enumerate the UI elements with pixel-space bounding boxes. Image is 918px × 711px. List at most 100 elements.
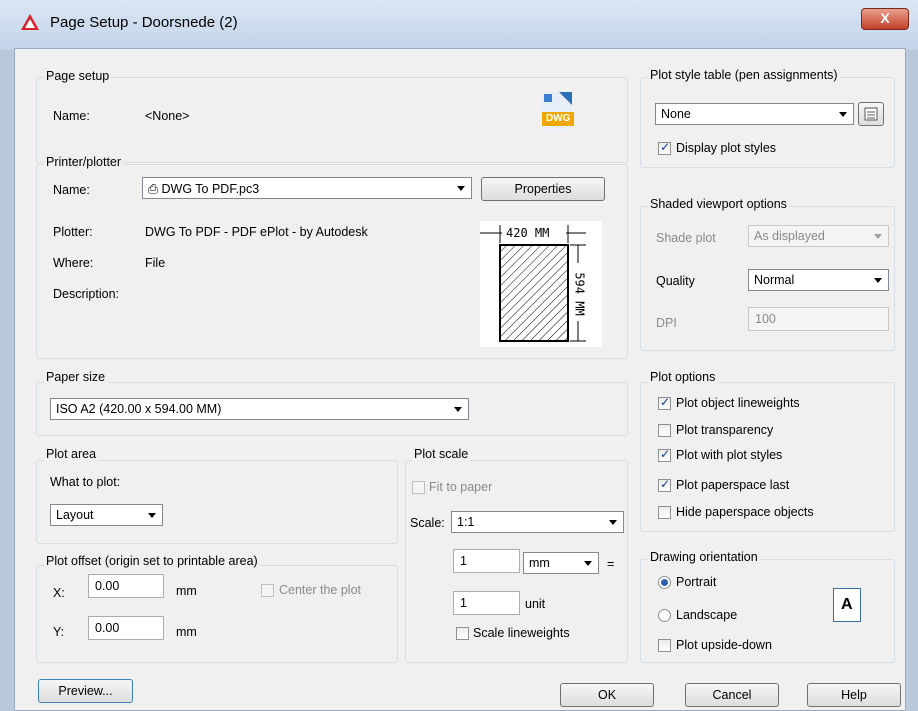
- chevron-down-icon: [874, 234, 882, 239]
- dpi-label: DPI: [656, 316, 677, 330]
- shaded-viewport-title: Shaded viewport options: [648, 197, 789, 211]
- offset-x-input[interactable]: 0.00: [88, 574, 164, 598]
- plot-paperspace-last-label: Plot paperspace last: [676, 478, 790, 492]
- center-plot-checkbox[interactable]: [261, 584, 274, 597]
- hide-paperspace-objects-checkbox[interactable]: [658, 506, 671, 519]
- printer-name-select-content: ⎙ DWG To PDF.pc3: [148, 181, 259, 197]
- dpi-value: 100: [755, 312, 776, 326]
- what-to-plot-select[interactable]: Layout: [50, 504, 163, 526]
- printer-icon: ⎙: [148, 181, 159, 196]
- quality-label: Quality: [656, 274, 695, 288]
- dpi-input[interactable]: 100: [748, 307, 889, 331]
- properties-button[interactable]: Properties: [481, 177, 605, 201]
- plot-area-title: Plot area: [44, 447, 99, 461]
- scale-unit-select[interactable]: mm: [523, 552, 599, 574]
- fit-to-paper-checkbox[interactable]: [412, 481, 425, 494]
- ok-button[interactable]: OK: [560, 683, 654, 707]
- what-to-plot-value: Layout: [56, 508, 94, 522]
- portrait-label: Portrait: [676, 575, 717, 589]
- offset-y-input[interactable]: 0.00: [88, 616, 164, 640]
- help-button[interactable]: Help: [807, 683, 901, 707]
- shade-plot-label: Shade plot: [656, 231, 716, 245]
- scale-value: 1:1: [457, 515, 475, 529]
- plot-style-edit-button[interactable]: [858, 102, 884, 126]
- center-plot-label: Center the plot: [279, 583, 361, 597]
- plot-options-title: Plot options: [648, 370, 718, 384]
- plot-transparency-checkbox[interactable]: [658, 424, 671, 437]
- autocad-app-icon: [21, 14, 39, 30]
- plot-with-plot-styles-checkbox[interactable]: [658, 447, 671, 462]
- scale-lineweights-checkbox[interactable]: [456, 627, 469, 640]
- chevron-down-icon: [609, 520, 617, 525]
- offset-x-label: X:: [53, 586, 65, 600]
- title-bar[interactable]: Page Setup - Doorsnede (2) X: [0, 0, 918, 50]
- page-setup-name-value: <None>: [145, 109, 190, 123]
- printer-plotter-title: Printer/plotter: [44, 155, 124, 169]
- scale-value1: 1: [460, 554, 467, 568]
- landscape-radio[interactable]: [658, 609, 671, 622]
- plot-with-plot-styles-label: Plot with plot styles: [676, 448, 783, 462]
- offset-x-value: 0.00: [95, 579, 120, 593]
- plot-paperspace-last-checkbox[interactable]: [658, 477, 671, 492]
- quality-select[interactable]: Normal: [748, 269, 889, 291]
- chevron-down-icon: [874, 278, 882, 283]
- display-plot-styles-checkbox[interactable]: [658, 140, 671, 155]
- what-to-plot-label: What to plot:: [50, 475, 121, 489]
- preview-height-label: 594 MM: [572, 272, 587, 316]
- drawing-orientation-title: Drawing orientation: [648, 550, 760, 564]
- chevron-down-icon: [148, 513, 156, 518]
- equals-sign: =: [607, 557, 615, 571]
- fit-to-paper-label: Fit to paper: [429, 480, 493, 494]
- shade-plot-select[interactable]: As displayed: [748, 225, 889, 247]
- printer-name-select[interactable]: ⎙ DWG To PDF.pc3: [142, 177, 472, 199]
- plot-style-table-value: None: [661, 107, 691, 121]
- paper-size-select[interactable]: ISO A2 (420.00 x 594.00 MM): [50, 398, 469, 420]
- display-plot-styles-label: Display plot styles: [676, 141, 777, 155]
- orientation-preview-letter: A: [841, 596, 853, 613]
- plotter-label: Plotter:: [53, 225, 93, 239]
- orientation-preview-icon: A: [833, 588, 861, 622]
- chevron-down-icon: [584, 561, 592, 566]
- dwg-file-icon: DWG: [537, 90, 577, 131]
- plot-object-lineweights-checkbox[interactable]: [658, 395, 671, 410]
- scale-lineweights-label: Scale lineweights: [473, 626, 570, 640]
- page-setup-name-label: Name:: [53, 109, 90, 123]
- paper-size-value: ISO A2 (420.00 x 594.00 MM): [56, 402, 222, 416]
- chevron-down-icon: [454, 407, 462, 412]
- close-button[interactable]: X: [861, 8, 909, 30]
- portrait-radio[interactable]: [658, 576, 671, 589]
- dwg-icon-label: DWG: [546, 113, 571, 124]
- plot-upside-down-label: Plot upside-down: [676, 638, 772, 652]
- dwg-icon-shape: [542, 92, 574, 130]
- offset-x-unit: mm: [176, 584, 197, 598]
- edit-table-icon: [864, 107, 878, 121]
- preview-button[interactable]: Preview...: [38, 679, 133, 703]
- scale-value2-input[interactable]: 1: [453, 591, 520, 615]
- plot-area-group: [36, 460, 398, 544]
- plot-upside-down-checkbox[interactable]: [658, 639, 671, 652]
- plot-object-lineweights-label: Plot object lineweights: [676, 396, 800, 410]
- hide-paperspace-objects-label: Hide paperspace objects: [676, 505, 814, 519]
- paper-preview: 420 MM 594 MM: [480, 221, 602, 347]
- printer-name-value: DWG To PDF.pc3: [161, 182, 260, 196]
- scale-label: Scale:: [410, 516, 445, 530]
- offset-y-unit: mm: [176, 625, 197, 639]
- cancel-button[interactable]: Cancel: [685, 683, 779, 707]
- offset-y-label: Y:: [53, 625, 65, 639]
- chevron-down-icon: [839, 112, 847, 117]
- shade-plot-value: As displayed: [754, 229, 825, 243]
- description-label: Description:: [53, 287, 119, 301]
- paper-size-title: Paper size: [44, 370, 108, 384]
- plot-style-table-select[interactable]: None: [655, 103, 854, 125]
- window-title: Page Setup - Doorsnede (2): [50, 14, 238, 31]
- dialog-body: Page setup Name: <None> DWG Printer/plot…: [14, 48, 906, 711]
- offset-y-value: 0.00: [95, 621, 120, 635]
- printer-name-label: Name:: [53, 183, 90, 197]
- plot-scale-title: Plot scale: [412, 447, 471, 461]
- scale-value1-input[interactable]: 1: [453, 549, 520, 573]
- scale-select[interactable]: 1:1: [451, 511, 624, 533]
- scale-unit-value: mm: [529, 556, 550, 570]
- plot-transparency-label: Plot transparency: [676, 423, 774, 437]
- chevron-down-icon: [457, 186, 465, 191]
- scale-unit2-label: unit: [525, 597, 546, 611]
